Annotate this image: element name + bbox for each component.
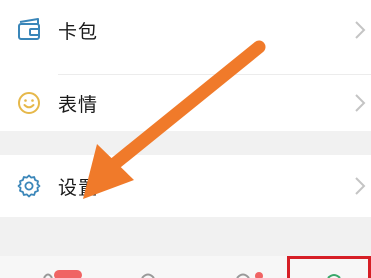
menu-item-emoji[interactable]: 表情 bbox=[0, 75, 371, 131]
chevron-right-icon bbox=[355, 94, 366, 112]
section-gap bbox=[0, 131, 371, 155]
chevron-right-icon bbox=[355, 21, 366, 39]
menu-item-label: 设置 bbox=[58, 176, 99, 199]
menu-item-card-wallet[interactable]: 卡包 bbox=[0, 0, 371, 60]
discover-tab-icon[interactable] bbox=[235, 270, 265, 278]
contacts-tab-icon[interactable] bbox=[140, 270, 156, 278]
card-wallet-icon bbox=[14, 15, 44, 45]
settings-gear-icon bbox=[14, 171, 44, 201]
emoji-smile-icon bbox=[14, 88, 44, 118]
menu-item-label: 表情 bbox=[58, 93, 99, 116]
highlight-box bbox=[287, 256, 371, 278]
menu-item-settings[interactable]: 设置 bbox=[0, 155, 371, 217]
section-gap bbox=[0, 217, 371, 256]
chat-tab-icon[interactable] bbox=[42, 268, 82, 278]
chevron-right-icon bbox=[355, 177, 366, 195]
menu-item-label: 卡包 bbox=[58, 20, 99, 43]
